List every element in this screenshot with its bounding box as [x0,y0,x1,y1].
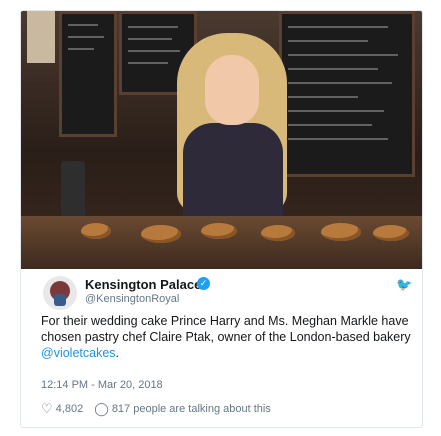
verified-badge-icon: ✓ [197,277,210,290]
author-handle[interactable]: @KensingtonRoyal [85,293,179,305]
tweet-photo[interactable] [21,11,422,269]
menu-board-right [279,11,415,177]
shop-sign [27,11,55,63]
embedded-tweet-card[interactable]: Kensington Palace ✓ @KensingtonRoyal 🐦 F… [20,10,423,428]
pastry [321,223,361,241]
tweet-text: For their wedding cake Prince Harry and … [41,313,413,361]
pastry [261,225,295,241]
pastry [81,223,111,239]
comment-summary[interactable]: 817 people are talking about this [112,403,271,415]
avatar[interactable] [43,276,77,310]
tweet-text-end: . [115,346,120,360]
pastry [141,225,181,243]
tweet-actions: ♡ 4,802 ◯ 817 people are talking about thi… [41,401,271,417]
twitter-bird-icon[interactable]: 🐦 [396,277,412,293]
hanging-apron [61,161,85,221]
person-top [183,123,283,223]
author-name[interactable]: Kensington Palace [85,277,201,292]
like-count: 4,802 [55,403,84,415]
mention-link[interactable]: @violetcakes [41,346,116,360]
pastry [201,223,237,239]
person-face [205,55,259,125]
tweet-timestamp[interactable]: 12:14 PM - Mar 20, 2018 [41,379,163,391]
tweet-text-main: For their wedding cake Prince Harry and … [41,314,411,344]
heart-icon[interactable]: ♡ [41,401,53,417]
pastry [373,225,409,241]
comment-bubble-icon[interactable]: ◯ [94,401,109,417]
menu-board-left [59,11,117,137]
